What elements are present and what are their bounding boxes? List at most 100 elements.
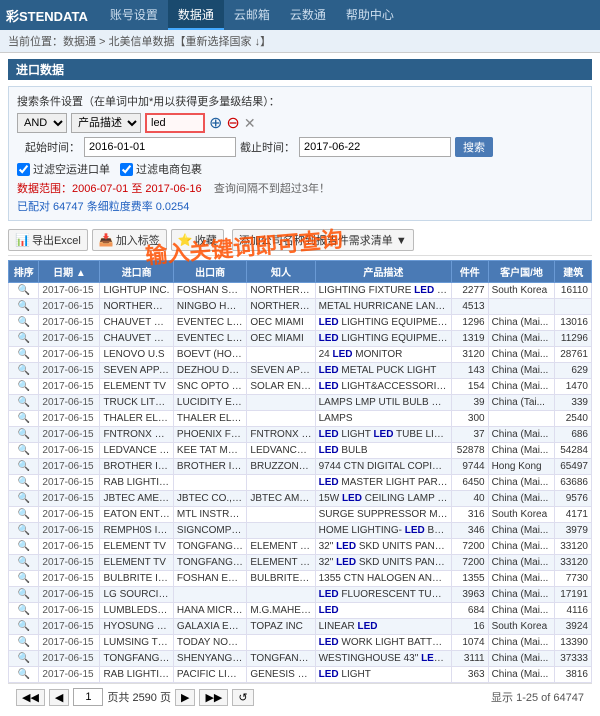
table-row[interactable]: 🔍 2017-06-15 CHAUVET & SON... EVENTEC LI… [9,315,592,331]
cell-search[interactable]: 🔍 [9,395,39,411]
cell-search[interactable]: 🔍 [9,507,39,523]
cell-weight: 28761 [555,347,592,363]
cell-qty: 346 [452,523,489,539]
cell-search[interactable]: 🔍 [9,459,39,475]
col-weight[interactable]: 建筑 [555,261,592,283]
table-row[interactable]: 🔍 2017-06-15 RAB LIGHTING INC LED MASTER… [9,475,592,491]
table-row[interactable]: 🔍 2017-06-15 NORTHERN INTE... NINGBO HUA… [9,299,592,315]
cell-search[interactable]: 🔍 [9,475,39,491]
total-pages: 页共 2590 页 [107,689,171,705]
cell-qty: 1296 [452,315,489,331]
col-qty[interactable]: 件件 [452,261,489,283]
check-air-label[interactable]: 过滤空运进口单 [17,161,110,177]
keyword-input[interactable]: led [145,113,205,133]
cell-search[interactable]: 🔍 [9,651,39,667]
col-desc[interactable]: 产品描述 [315,261,451,283]
nav-help[interactable]: 帮助中心 [336,0,404,30]
cell-search[interactable]: 🔍 [9,443,39,459]
collect-button[interactable]: ⭐ 收藏 [171,229,224,251]
table-row[interactable]: 🔍 2017-06-15 EATON ENTERPR... MTL INSTRU… [9,507,592,523]
table-row[interactable]: 🔍 2017-06-15 SEVEN APPAREL DEZHOU DODO .… [9,363,592,379]
col-country[interactable]: 客户国/地 [488,261,555,283]
table-row[interactable]: 🔍 2017-06-15 FNTRONX LLC PHOENIX FOREIG.… [9,427,592,443]
cell-search[interactable]: 🔍 [9,427,39,443]
cell-weight: 1470 [555,379,592,395]
first-page-button[interactable]: ◀◀ [16,689,45,706]
table-row[interactable]: 🔍 2017-06-15 RAB LIGHTING I... PACIFIC L… [9,667,592,683]
table-row[interactable]: 🔍 2017-06-15 JBTEC AMERICA... JBTEC CO.,… [9,491,592,507]
cell-desc: WESTINGHOUSE 43" LED TV SPARE PARTS FOR.… [315,651,451,667]
table-row[interactable]: 🔍 2017-06-15 BULBRITE INDUS... FOSHAN EL… [9,571,592,587]
cell-search[interactable]: 🔍 [9,603,39,619]
add-icon[interactable]: ⊕ [209,113,222,133]
import-button[interactable]: 📥 加入标签 [92,229,167,251]
table-row[interactable]: 🔍 2017-06-15 ELEMENT TV TONGFANG GLO... … [9,539,592,555]
refresh-button[interactable]: ↺ [232,689,253,706]
field-select[interactable]: 产品描述 进口商 出口商 品名 [71,113,141,133]
cell-date: 2017-06-15 [39,299,100,315]
cell-search[interactable]: 🔍 [9,331,39,347]
search-button[interactable]: 搜索 [455,137,493,157]
cell-search[interactable]: 🔍 [9,363,39,379]
cell-date: 2017-06-15 [39,331,100,347]
nav-account[interactable]: 账号设置 [100,0,168,30]
table-row[interactable]: 🔍 2017-06-15 ELEMENT TV TONGFANG GLO... … [9,555,592,571]
col-importer[interactable]: 进口商 [100,261,173,283]
table-row[interactable]: 🔍 2017-06-15 CHAUVET & SON... EVENTEC LI… [9,331,592,347]
cell-search[interactable]: 🔍 [9,379,39,395]
cell-search[interactable]: 🔍 [9,587,39,603]
clear-icon[interactable]: ✕ [244,115,256,132]
remove-icon[interactable]: ⊖ [226,113,239,133]
check-fba[interactable] [120,163,133,176]
cell-search[interactable]: 🔍 [9,571,39,587]
cell-search[interactable]: 🔍 [9,667,39,683]
nav-cloud[interactable]: 云数通 [280,0,336,30]
cell-search[interactable]: 🔍 [9,411,39,427]
table-row[interactable]: 🔍 2017-06-15 LIGHTUP INC. FOSHAN SANSH..… [9,283,592,299]
cell-date: 2017-06-15 [39,283,100,299]
table-row[interactable]: 🔍 2017-06-15 TONGFANG GLO... SHENYANG TO… [9,651,592,667]
check-air[interactable] [17,163,30,176]
table-row[interactable]: 🔍 2017-06-15 HYOSUNG USA I... GALAXIA EL… [9,619,592,635]
table-row[interactable]: 🔍 2017-06-15 LUMBLEDS LLC HANA MICROELE.… [9,603,592,619]
logic-select[interactable]: AND OR [17,113,67,133]
export-excel-button[interactable]: 📊 导出Excel [8,229,88,251]
cell-search[interactable]: 🔍 [9,619,39,635]
table-row[interactable]: 🔍 2017-06-15 BROTHER INTER... BROTHER IN… [9,459,592,475]
cell-search[interactable]: 🔍 [9,299,39,315]
last-page-button[interactable]: ▶▶ [199,689,228,706]
next-page-button[interactable]: ▶ [175,689,195,706]
cell-search[interactable]: 🔍 [9,635,39,651]
end-date-input[interactable]: 2017-06-22 [299,137,451,157]
cell-search[interactable]: 🔍 [9,347,39,363]
cell-search[interactable]: 🔍 [9,283,39,299]
col-exporter[interactable]: 出口商 [173,261,246,283]
cell-date: 2017-06-15 [39,459,100,475]
check-fba-label[interactable]: 过滤电商包裹 [120,161,202,177]
nav-data[interactable]: 数据通 [168,0,224,30]
page-input[interactable]: 1 [73,688,103,706]
add-company-button[interactable]: 添加公司名称到报告件需求清单 ▼ [232,229,414,251]
cell-search[interactable]: 🔍 [9,555,39,571]
cell-search[interactable]: 🔍 [9,539,39,555]
nav-mail[interactable]: 云邮箱 [224,0,280,30]
col-date[interactable]: 日期 ▲ [39,261,100,283]
table-row[interactable]: 🔍 2017-06-15 LUMSING TECHN... TODAY NORT… [9,635,592,651]
table-row[interactable]: 🔍 2017-06-15 TRUCK LITE COM... LUCIDITY … [9,395,592,411]
table-row[interactable]: 🔍 2017-06-15 LG SOURCING,I... LED FLUORE… [9,587,592,603]
cell-desc: 9744 CTN DIGITAL COPIER/PRINTER ACC FOR … [315,459,451,475]
cell-search[interactable]: 🔍 [9,491,39,507]
table-row[interactable]: 🔍 2017-06-15 REMPH0S INC. SIGNCOMPLX LTD… [9,523,592,539]
table-row[interactable]: 🔍 2017-06-15 ELEMENT TV SNC OPTO ELEC...… [9,379,592,395]
cell-search[interactable]: 🔍 [9,523,39,539]
table-row[interactable]: 🔍 2017-06-15 LEDVANCE LLC KEE TAT MANUF.… [9,443,592,459]
start-date-input[interactable]: 2016-01-01 [84,137,236,157]
cell-search[interactable]: 🔍 [9,315,39,331]
collect-icon: ⭐ [178,233,193,247]
query-tip: 查询间隔不到超过3年！ [214,183,330,195]
table-row[interactable]: 🔍 2017-06-15 THALER ELECTRIC THALER ELEC… [9,411,592,427]
table-row[interactable]: 🔍 2017-06-15 LENOVO U.S BOEVT (HONG K...… [9,347,592,363]
prev-page-button[interactable]: ◀ [49,689,69,706]
cell-exporter: SNC OPTO ELEC... [173,379,246,395]
col-consignee[interactable]: 知人 [247,261,315,283]
